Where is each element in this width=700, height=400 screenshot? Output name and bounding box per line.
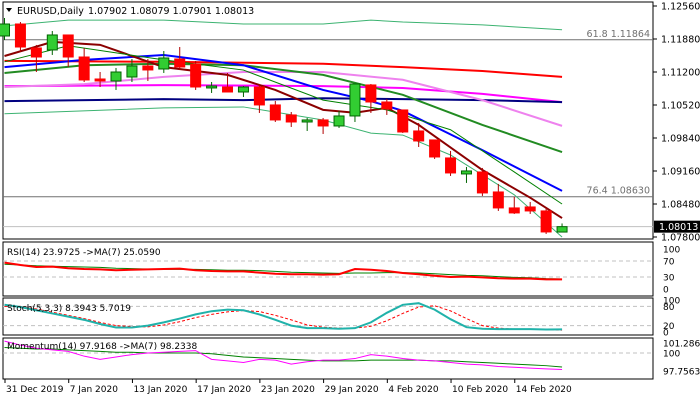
candle-body xyxy=(540,210,552,233)
momentum-label: Momentum(14) 97.9168 ->MA(7) 98.2338 xyxy=(7,342,198,352)
date-tick-label: 31 Dec 2019 xyxy=(6,385,64,395)
price-chart[interactable]: 61.8 1.11864 76.4 1.08630 1.12560 1.11880 1… xyxy=(0,0,700,400)
candle-body xyxy=(524,206,536,212)
candle xyxy=(540,207,552,234)
candle-body xyxy=(62,34,74,58)
date-tick-label: 17 Jan 2020 xyxy=(197,385,251,395)
rsi-label: RSI(14) 23.9725 ->MA(7) 25.0590 xyxy=(7,248,161,258)
candle-body xyxy=(14,23,26,48)
candle-body xyxy=(30,47,42,58)
candle-body xyxy=(476,171,488,194)
candle xyxy=(429,139,441,159)
candle-body xyxy=(78,56,90,81)
rsi-axis-label: 0 xyxy=(663,286,669,296)
price-tick-label: 1.08480 xyxy=(661,200,700,211)
candle-body xyxy=(94,78,106,82)
candle-body xyxy=(253,86,265,106)
candle-body xyxy=(237,86,249,93)
candle xyxy=(349,83,361,122)
candle-body xyxy=(460,170,472,175)
candle-body xyxy=(0,23,10,37)
momentum-axis-label: 100 xyxy=(663,350,680,360)
candle-body xyxy=(492,191,504,209)
ohlc-readout: 1.07902 1.08079 1.07901 1.08013 xyxy=(88,6,254,17)
price-tick-label: 1.11880 xyxy=(661,35,700,46)
candle xyxy=(14,22,26,53)
symbol-label: EURUSD,Daily xyxy=(17,6,84,17)
date-tick-label: 4 Feb 2020 xyxy=(388,385,439,395)
candle-body xyxy=(365,84,377,103)
price-tick-label: 1.12560 xyxy=(661,2,700,13)
candle-body xyxy=(206,85,218,89)
candle-body xyxy=(333,115,345,127)
candle-body xyxy=(301,119,313,123)
candle-body xyxy=(397,109,409,133)
momentum-axis-label: 97.7563 xyxy=(663,367,700,377)
candle-body xyxy=(110,71,122,82)
candle-body xyxy=(317,119,329,127)
chart-header: EURUSD,Daily 1.07902 1.08079 1.07901 1.0… xyxy=(6,6,254,17)
stoch-axis-label: 80 xyxy=(663,303,675,313)
last-price-label: 1.08013 xyxy=(659,222,698,233)
price-tick-label: 1.09160 xyxy=(661,167,700,178)
date-tick-label: 7 Jan 2020 xyxy=(70,385,118,395)
candle-body xyxy=(126,65,138,78)
candle-body xyxy=(556,226,568,233)
fib-level-label: 61.8 1.11864 xyxy=(587,29,650,40)
candle-body xyxy=(445,157,457,174)
date-tick-label: 23 Jan 2020 xyxy=(261,385,315,395)
candle-body xyxy=(222,86,234,93)
candle xyxy=(476,167,488,196)
date-tick-label: 14 Feb 2020 xyxy=(516,385,572,395)
candle-body xyxy=(429,139,441,158)
date-tick-label: 29 Jan 2020 xyxy=(325,385,379,395)
candle-body xyxy=(285,114,297,123)
candle-body xyxy=(381,101,393,110)
candle xyxy=(397,109,409,133)
candle-body xyxy=(46,34,58,51)
price-tick-label: 1.11200 xyxy=(661,68,700,79)
candle-body xyxy=(413,130,425,142)
price-tick-label: 1.07800 xyxy=(661,233,700,244)
candle-body xyxy=(190,63,202,88)
momentum-axis-label: 101.2865 xyxy=(663,339,700,349)
stoch-label: Stoch(5,3,3) 8.3943 5.7019 xyxy=(7,304,131,314)
rsi-axis-label: 30 xyxy=(663,274,675,284)
date-tick-label: 10 Feb 2020 xyxy=(452,385,508,395)
rsi-axis-label: 70 xyxy=(663,258,675,268)
price-tick-label: 1.10520 xyxy=(661,101,700,112)
rsi-axis-label: 100 xyxy=(663,246,680,256)
candle-body xyxy=(269,104,281,121)
candle-body xyxy=(349,83,361,117)
candle-body xyxy=(508,207,520,214)
date-tick-label: 13 Jan 2020 xyxy=(133,385,187,395)
fib-level-label: 76.4 1.08630 xyxy=(587,186,650,197)
candle-body xyxy=(158,57,170,70)
price-tick-label: 1.09840 xyxy=(661,134,700,145)
candle-body xyxy=(142,65,154,71)
stoch-axis-label: 0 xyxy=(663,329,669,339)
candle-body xyxy=(174,58,186,68)
candle xyxy=(190,60,202,90)
